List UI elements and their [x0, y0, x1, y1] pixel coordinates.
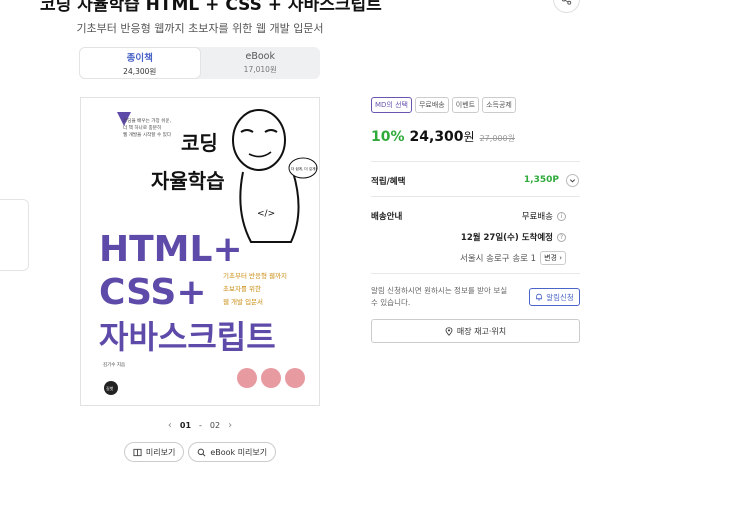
tab-paperbook-label: 종이책: [126, 52, 153, 64]
discount-rate: 10%: [371, 129, 405, 145]
book-icon: [133, 448, 142, 456]
tab-paperbook-price: 24,300원: [123, 66, 157, 76]
arrival-text: 12월 27일(수) 도착예정: [460, 233, 553, 243]
divider: [371, 273, 580, 274]
product-subtitle: 기초부터 반응형 웹까지 초보자를 위한 웹 개발 입문서: [76, 22, 324, 35]
cover-publisher: 길벗: [106, 385, 114, 391]
shipping-type-text: 무료배송: [521, 212, 553, 222]
shipping-label: 배송안내: [371, 212, 403, 222]
cover-tagline-2: 더 책 하나로 충분히: [123, 124, 161, 131]
notify-description: 알림 신청하시면 원하시는 정보를 받아 보실 수 있습니다.: [371, 286, 508, 307]
cover-title-line3: 자바스크립트: [99, 318, 276, 356]
badge-md-choice: MD의 선택: [371, 97, 412, 113]
points-value: 1,350P: [523, 175, 559, 185]
share-button[interactable]: [553, 0, 580, 13]
product-title: 코딩 자율학습 HTML + CSS + 자바스크립트: [40, 0, 382, 15]
store-stock-label: 매장 재고·위치: [456, 326, 507, 336]
ebook-preview-label: eBook 미리보기: [210, 447, 268, 457]
cover-series-line2: 자율학습: [151, 169, 225, 193]
original-price: 27,000원: [479, 134, 515, 143]
sale-price-unit: 원: [463, 130, 475, 144]
search-icon: [197, 448, 206, 456]
pager-total: 02: [209, 421, 221, 430]
pager-sep: -: [199, 421, 202, 430]
change-location-button[interactable]: 변경 ›: [540, 251, 566, 265]
cover-side-text-2: 초보자를 위한: [223, 284, 261, 293]
cover-pager: ‹ 01 - 02 ›: [0, 420, 400, 431]
location-pin-icon: [445, 326, 453, 336]
side-floating-panel[interactable]: [0, 199, 29, 271]
badge-tax-deduction: 소득공제: [482, 97, 516, 113]
price-row: 10% 24,300원 27,000원: [371, 128, 515, 145]
bell-icon: [536, 293, 543, 301]
cover-bubble: 더 쉽게, 더 깊게!: [291, 166, 317, 171]
cover-tagline-1: 코딩을 배우는 가장 쉬운,: [123, 117, 172, 124]
help-icon[interactable]: ?: [557, 232, 566, 242]
svg-text:</>: </>: [257, 209, 275, 219]
cover-author: 김기수 지음: [103, 361, 125, 368]
badge-row: MD의 선택 무료배송 이벤트 소득공제: [371, 97, 516, 113]
divider: [371, 196, 580, 197]
shipping-type: 무료배송 i: [522, 210, 566, 222]
notify-button[interactable]: 알림신청: [529, 288, 580, 306]
cover-side-text-1: 기초부터 반응형 웹까지: [223, 271, 287, 280]
benefits-label: 적립/혜택: [371, 177, 406, 187]
tab-paperbook[interactable]: 종이책 24,300원: [79, 47, 201, 79]
change-location-label: 변경: [544, 254, 557, 262]
format-tabs: 종이책 24,300원 eBook 17,010원: [79, 47, 320, 79]
tab-ebook-price: 17,010원: [243, 65, 277, 74]
info-icon[interactable]: i: [557, 211, 566, 221]
location-text: 서울시 송로구 송로 1: [460, 254, 537, 264]
book-cover[interactable]: 코딩을 배우는 가장 쉬운, 더 책 하나로 충분히 웹 개발을 시작할 수 있…: [80, 97, 320, 406]
delivery-location: 서울시 송로구 송로 1 변경 ›: [460, 251, 566, 265]
pager-current: 01: [179, 421, 192, 430]
share-icon: [561, 0, 572, 5]
ebook-preview-button[interactable]: eBook 미리보기: [188, 442, 277, 462]
cover-series-line1: 코딩: [181, 131, 218, 155]
arrival-estimate: 12월 27일(수) 도착예정 ?: [461, 231, 566, 243]
book-preview-button[interactable]: 미리보기: [123, 442, 185, 462]
cover-title-line2: CSS+: [99, 272, 207, 313]
cover-tagline-3: 웹 개발을 시작할 수 있다: [123, 131, 172, 138]
tab-ebook[interactable]: eBook 17,010원: [201, 47, 321, 79]
cover-side-text-3: 웹 개발 입문서: [223, 297, 263, 306]
chevron-left-icon[interactable]: ‹: [168, 420, 172, 431]
cover-title-line1: HTML+: [99, 229, 243, 270]
tab-ebook-label: eBook: [245, 51, 276, 62]
benefits-expand-button[interactable]: [566, 174, 579, 187]
sale-price: 24,300원: [410, 128, 475, 145]
preview-buttons: 미리보기 eBook 미리보기: [0, 442, 400, 462]
badge-event: 이벤트: [451, 97, 480, 113]
store-stock-button[interactable]: 매장 재고·위치: [371, 319, 580, 343]
badge-free-shipping: 무료배송: [414, 97, 449, 113]
notify-button-label: 알림신청: [546, 292, 574, 302]
chevron-down-icon: [569, 179, 576, 183]
sale-price-value: 24,300: [409, 129, 464, 145]
chevron-right-icon[interactable]: ›: [228, 420, 232, 431]
divider: [371, 161, 580, 162]
book-preview-label: 미리보기: [145, 447, 176, 457]
